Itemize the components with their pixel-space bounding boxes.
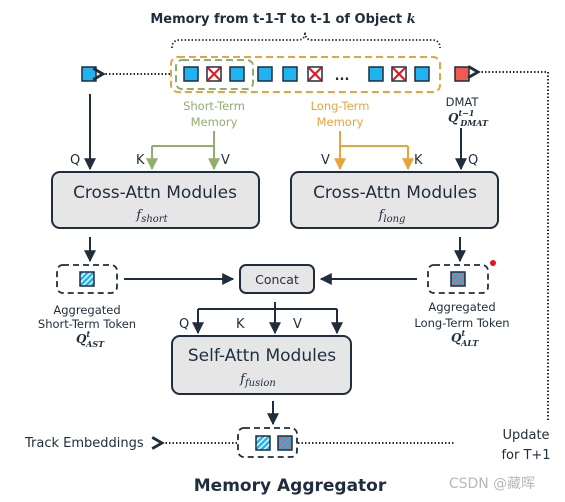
short-term-label-1: Short-Term (183, 99, 245, 113)
output-long-token (277, 435, 293, 451)
memory-brace (171, 31, 441, 49)
track-embeddings-label: Track Embeddings (24, 436, 144, 451)
label-v-fusion: V (293, 317, 302, 332)
label-k-fusion: K (236, 317, 245, 332)
long-term-label-1: Long-Term (311, 99, 370, 113)
agg-short-symbol: Qt AST (76, 329, 105, 349)
memory-token (414, 66, 430, 82)
ellipsis: ... (335, 69, 350, 84)
output-short-token (255, 435, 271, 451)
memory-token (183, 66, 199, 82)
short-term-branch (152, 131, 215, 147)
label-q-long: Q (468, 153, 478, 168)
update-label-1: Update (502, 428, 549, 443)
cross-short-title: Cross-Attn Modules (73, 183, 237, 203)
memory-token (229, 66, 245, 82)
label-k-long: K (414, 153, 423, 168)
dmat-symbol: Qt−1 DMAT (448, 108, 489, 128)
query-token (81, 66, 97, 82)
cross-attn-long-module: Cross-Attn Modules flong (290, 171, 499, 229)
red-dot (490, 260, 496, 266)
label-k-short: K (136, 153, 145, 168)
concat-block: Concat (239, 264, 315, 294)
agg-long-label-1: Aggregated (428, 300, 495, 314)
self-attn-title: Self-Attn Modules (188, 346, 336, 366)
agg-long-symbol: Qt ALT (451, 328, 479, 348)
memory-aggregator-diagram: Memory from t-1-T to t-1 of Object k ...… (0, 0, 565, 502)
long-term-branch (339, 131, 408, 147)
memory-title: Memory from t-1-T to t-1 of Object k (150, 12, 415, 27)
memory-token (368, 66, 384, 82)
update-label-2: for T+1 (501, 448, 550, 463)
memory-tokens (183, 66, 430, 82)
label-q-fusion: Q (179, 317, 189, 332)
memory-token (257, 66, 273, 82)
watermark: CSDN @藏晖 (449, 476, 535, 492)
agg-short-label-1: Aggregated (53, 303, 120, 317)
dmat-token (454, 66, 470, 82)
caption: Memory Aggregator (194, 476, 387, 496)
label-q-short: Q (70, 153, 80, 168)
memory-token (282, 66, 298, 82)
agg-long-token (450, 271, 466, 287)
diagram-canvas: Memory from t-1-T to t-1 of Object k ...… (24, 12, 551, 496)
dmat-label: DMAT (446, 95, 480, 109)
short-term-label-2: Memory (191, 115, 238, 129)
cross-attn-short-module: Cross-Attn Modules fshort (51, 171, 260, 229)
self-attn-module: Self-Attn Modules ffusion (171, 335, 352, 395)
cross-long-title: Cross-Attn Modules (313, 183, 477, 203)
concat-label: Concat (255, 272, 299, 287)
agg-short-token (79, 271, 95, 287)
label-v-short: V (221, 153, 230, 168)
long-term-label-2: Memory (317, 115, 364, 129)
label-v-long: V (321, 153, 330, 168)
dotted-update-feedback (478, 72, 549, 420)
